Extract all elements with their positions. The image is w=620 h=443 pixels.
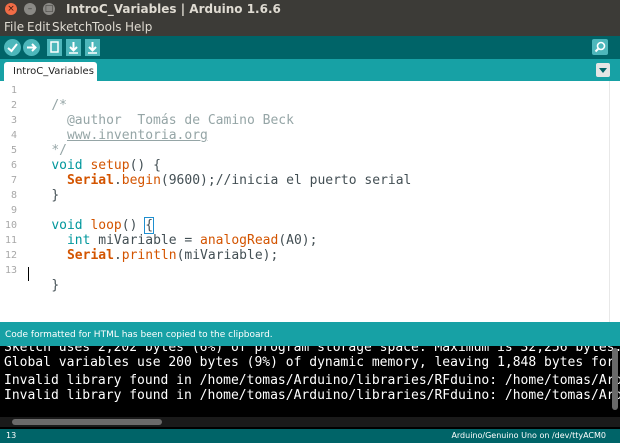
status-bar: Code formatted for HTML has been copied … xyxy=(0,322,620,346)
tab-strip: IntroC_Variables xyxy=(0,59,620,81)
code-line: Serial.begin(9600);//inicia el puerto se… xyxy=(20,158,411,188)
footer-bar: 13 Arduino/Genuino Uno on /dev/ttyACM0 xyxy=(0,429,620,443)
line-number: 13 xyxy=(4,265,17,276)
minimize-window-button[interactable]: – xyxy=(24,3,36,15)
current-line-number: 13 xyxy=(6,431,17,440)
code-line: Serial.println(miVariable); xyxy=(20,233,278,263)
upload-button[interactable] xyxy=(23,39,40,56)
line-number-gutter: 1 2 3 4 5 6 7 8 9 10 11 12 13 xyxy=(0,81,19,322)
line-number: 2 xyxy=(10,100,17,111)
line-number: 4 xyxy=(10,130,17,141)
new-button[interactable] xyxy=(47,39,62,56)
code-token: println xyxy=(121,248,177,263)
line-number: 3 xyxy=(10,115,17,126)
code-editor[interactable]: 1 2 3 4 5 6 7 8 9 10 11 12 13 /* @author… xyxy=(0,81,610,322)
console-line: Global variables use 200 bytes (9%) of d… xyxy=(4,355,615,370)
line-number: 7 xyxy=(10,175,17,186)
verify-icon xyxy=(7,43,18,53)
code-line: } xyxy=(20,263,59,293)
new-icon xyxy=(50,41,59,53)
code-token: (A0); xyxy=(278,233,318,248)
close-window-button[interactable]: × xyxy=(5,3,17,15)
open-button[interactable] xyxy=(66,39,81,56)
console-line: Invalid library found in /home/tomas/Ard… xyxy=(4,388,620,403)
menu-tools[interactable]: Tools xyxy=(92,20,122,35)
line-number: 11 xyxy=(4,235,17,246)
open-icon xyxy=(69,42,78,54)
line-number: 6 xyxy=(10,160,17,171)
console-horizontal-scrollbar[interactable] xyxy=(12,419,162,425)
code-token: //inicia el puerto serial xyxy=(215,173,412,188)
magnifier-icon xyxy=(594,41,606,53)
console-vertical-scrollbar[interactable] xyxy=(612,348,618,410)
code-line: www.inventoria.org xyxy=(20,113,208,143)
line-number: 8 xyxy=(10,190,17,201)
menu-sketch[interactable]: Sketch xyxy=(52,20,92,35)
menu-bar: File Edit Sketch Tools Help xyxy=(0,19,620,36)
code-token: } xyxy=(51,188,60,203)
menu-edit[interactable]: Edit xyxy=(27,20,50,35)
verify-button[interactable] xyxy=(4,39,21,56)
board-port-label: Arduino/Genuino Uno on /dev/ttyACM0 xyxy=(451,431,606,440)
line-number: 5 xyxy=(10,145,17,156)
code-line: } xyxy=(20,173,59,203)
tab-introc-variables[interactable]: IntroC_Variables xyxy=(4,62,97,81)
title-bar: × – □ IntroC_Variables | Arduino 1.6.6 xyxy=(0,0,620,19)
code-line: @author Tomás de Camino Beck xyxy=(20,98,294,128)
code-token: (9600); xyxy=(160,173,216,188)
save-icon xyxy=(88,42,97,54)
line-number: 12 xyxy=(4,250,17,261)
menu-file[interactable]: File xyxy=(4,20,24,35)
tab-menu-button[interactable] xyxy=(596,63,610,77)
code-token: . xyxy=(113,173,122,188)
code-token: Serial xyxy=(66,173,114,188)
matching-brace: } xyxy=(51,278,60,293)
line-number: 9 xyxy=(10,205,17,216)
code-line: void setup() { xyxy=(20,143,161,173)
console-output[interactable]: Sketch uses 2,202 bytes (6%) of program … xyxy=(0,346,620,429)
editor-scrollbar[interactable] xyxy=(609,81,620,322)
code-token: Serial xyxy=(66,248,114,263)
toolbar xyxy=(0,36,620,59)
code-line: /* xyxy=(20,83,67,113)
code-token: (miVariable); xyxy=(176,248,279,263)
tab-label: IntroC_Variables xyxy=(13,66,94,77)
menu-help[interactable]: Help xyxy=(125,20,152,35)
save-button[interactable] xyxy=(85,39,100,56)
code-link[interactable]: www.inventoria.org xyxy=(67,128,208,143)
window-title: IntroC_Variables | Arduino 1.6.6 xyxy=(66,2,281,16)
line-number: 10 xyxy=(4,220,17,231)
upload-icon xyxy=(27,43,37,52)
code-token: begin xyxy=(121,173,161,188)
maximize-window-button[interactable]: □ xyxy=(43,3,55,15)
code-line: int miVariable = analogRead(A0); xyxy=(20,218,317,248)
status-message: Code formatted for HTML has been copied … xyxy=(5,330,273,340)
code-token: . xyxy=(113,248,122,263)
serial-monitor-button[interactable] xyxy=(592,39,608,55)
line-number: 1 xyxy=(10,85,17,96)
code-line: void loop() { xyxy=(20,203,155,234)
code-line: */ xyxy=(20,128,67,158)
text-caret xyxy=(28,267,29,281)
